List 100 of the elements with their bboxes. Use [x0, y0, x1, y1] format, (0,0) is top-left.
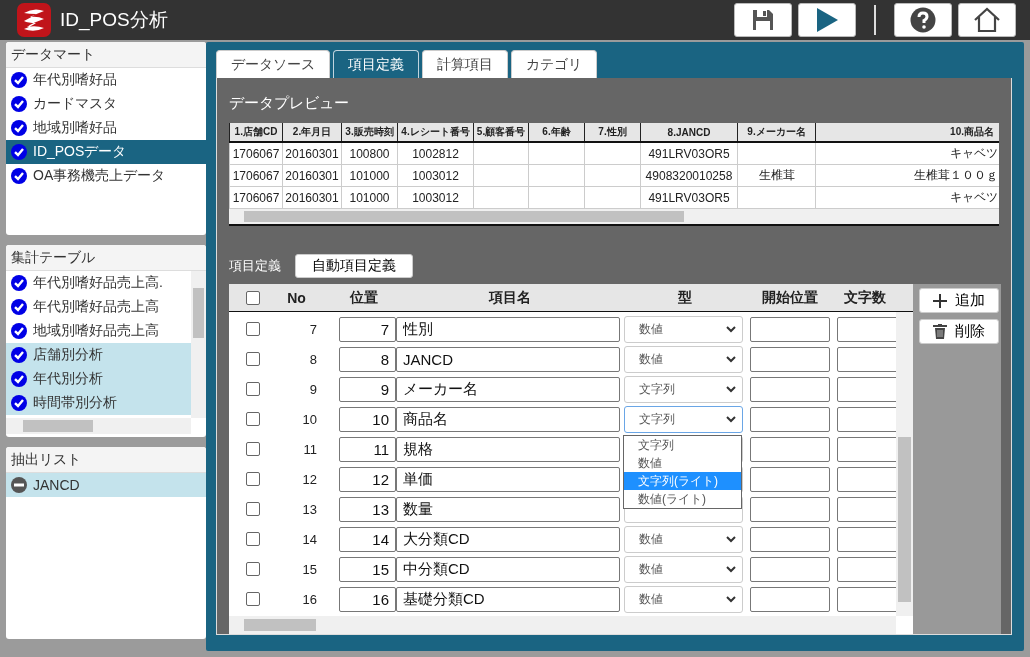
extract-list-item[interactable]: JANCD	[6, 473, 206, 497]
run-button[interactable]	[798, 3, 856, 37]
name-field[interactable]: 商品名	[396, 406, 620, 432]
start-position-field[interactable]	[750, 526, 830, 552]
panel-title: 集計テーブル	[6, 245, 206, 271]
length-field[interactable]	[837, 346, 896, 372]
summary-table-item[interactable]: 年代別分析	[6, 367, 191, 391]
checkbox[interactable]	[245, 592, 260, 606]
name-field[interactable]: 性別	[396, 316, 620, 342]
name-field[interactable]: 中分類CD	[396, 556, 620, 582]
position-field[interactable]: 10	[339, 406, 396, 432]
name-field[interactable]: 基礎分類CD	[396, 586, 620, 612]
table-cell: 491LRV03OR5	[640, 186, 738, 209]
chevron-down-icon	[726, 565, 736, 573]
dropdown-option[interactable]: 数値(ライト)	[624, 489, 741, 508]
datamart-item[interactable]: 地域別嗜好品	[6, 116, 206, 140]
checkbox[interactable]	[245, 472, 260, 486]
tab[interactable]: 項目定義	[333, 50, 419, 78]
tab[interactable]: カテゴリ	[511, 50, 597, 78]
position-field[interactable]: 12	[339, 466, 396, 492]
name-field[interactable]: 規格	[396, 436, 620, 462]
dropdown-option[interactable]: 文字列	[624, 435, 741, 454]
auto-define-button[interactable]: 自動項目定義	[295, 254, 413, 278]
logo-icon	[16, 2, 52, 38]
summary-table-item[interactable]: 年代別嗜好品売上高	[6, 295, 191, 319]
delete-button[interactable]: 削除	[919, 319, 999, 344]
start-position-field[interactable]	[750, 436, 830, 462]
scrollbar[interactable]	[191, 271, 206, 418]
start-position-field[interactable]	[750, 346, 830, 372]
checkbox[interactable]	[245, 352, 260, 366]
start-position-field[interactable]	[750, 466, 830, 492]
position-field[interactable]: 8	[339, 346, 396, 372]
position-field[interactable]: 7	[339, 316, 396, 342]
plus-icon	[933, 293, 947, 308]
checkbox[interactable]	[245, 412, 260, 426]
datamart-item[interactable]: カードマスタ	[6, 92, 206, 116]
position-field[interactable]: 15	[339, 556, 396, 582]
name-field[interactable]: 数量	[396, 496, 620, 522]
scrollbar[interactable]	[229, 616, 896, 634]
type-select[interactable]: 数値	[624, 585, 743, 613]
start-position-field[interactable]	[750, 316, 830, 342]
name-field[interactable]: 単価	[396, 466, 620, 492]
table-cell: 101000	[341, 164, 398, 187]
name-field[interactable]: メーカー名	[396, 376, 620, 402]
row-number: 7	[309, 321, 317, 337]
name-field[interactable]: JANCD	[396, 346, 620, 372]
dropdown-option[interactable]: 数値	[624, 453, 741, 472]
datamart-item[interactable]: ID_POSデータ	[6, 140, 206, 164]
start-position-field[interactable]	[750, 376, 830, 402]
tab[interactable]: 計算項目	[422, 50, 508, 78]
position-field[interactable]: 11	[339, 436, 396, 462]
help-button[interactable]	[894, 3, 952, 37]
length-field[interactable]	[837, 556, 896, 582]
table-cell: 1706067	[229, 164, 283, 187]
length-field[interactable]	[837, 316, 896, 342]
type-select[interactable]: 文字列	[624, 375, 743, 403]
summary-table-item[interactable]: 店舗別分析	[6, 343, 191, 367]
scrollbar[interactable]	[229, 209, 999, 224]
type-select[interactable]: 数値	[624, 315, 743, 343]
checkbox[interactable]	[245, 382, 260, 396]
home-button[interactable]	[958, 3, 1016, 37]
position-field[interactable]: 16	[339, 586, 396, 612]
column-header: 3.販売時刻	[341, 123, 398, 142]
datamart-item[interactable]: OA事務機売上データ	[6, 164, 206, 188]
position-field[interactable]: 14	[339, 526, 396, 552]
checkbox[interactable]	[245, 562, 260, 576]
length-field[interactable]	[837, 526, 896, 552]
checkbox[interactable]	[245, 502, 260, 516]
position-field[interactable]: 9	[339, 376, 396, 402]
datamart-item[interactable]: 年代別嗜好品	[6, 68, 206, 92]
name-field[interactable]: 大分類CD	[396, 526, 620, 552]
length-field[interactable]	[837, 406, 896, 432]
section-title: データプレビュー	[229, 94, 350, 113]
type-select[interactable]: 数値	[624, 525, 743, 553]
checkbox[interactable]	[245, 442, 260, 456]
length-field[interactable]	[837, 466, 896, 492]
scrollbar[interactable]	[896, 312, 913, 616]
length-field[interactable]	[837, 586, 896, 612]
position-field[interactable]: 13	[339, 496, 396, 522]
start-position-field[interactable]	[750, 496, 830, 522]
length-field[interactable]	[837, 436, 896, 462]
checkbox[interactable]	[245, 322, 260, 336]
length-field[interactable]	[837, 496, 896, 522]
type-select[interactable]: 数値	[624, 345, 743, 373]
start-position-field[interactable]	[750, 556, 830, 582]
summary-table-item[interactable]: 地域別嗜好品売上高	[6, 319, 191, 343]
scrollbar[interactable]	[6, 418, 191, 434]
start-position-field[interactable]	[750, 586, 830, 612]
summary-table-item[interactable]: 年代別嗜好品売上高.	[6, 271, 191, 295]
save-button[interactable]	[734, 3, 792, 37]
tab[interactable]: データソース	[216, 50, 330, 78]
checkbox[interactable]	[245, 532, 260, 546]
start-position-field[interactable]	[750, 406, 830, 432]
type-select[interactable]: 数値	[624, 555, 743, 583]
play-icon	[815, 7, 839, 33]
add-button[interactable]: 追加	[919, 288, 999, 313]
summary-table-item[interactable]: 時間帯別分析	[6, 391, 191, 415]
type-select[interactable]: 文字列	[624, 405, 743, 433]
length-field[interactable]	[837, 376, 896, 402]
checkbox[interactable]	[245, 290, 260, 305]
